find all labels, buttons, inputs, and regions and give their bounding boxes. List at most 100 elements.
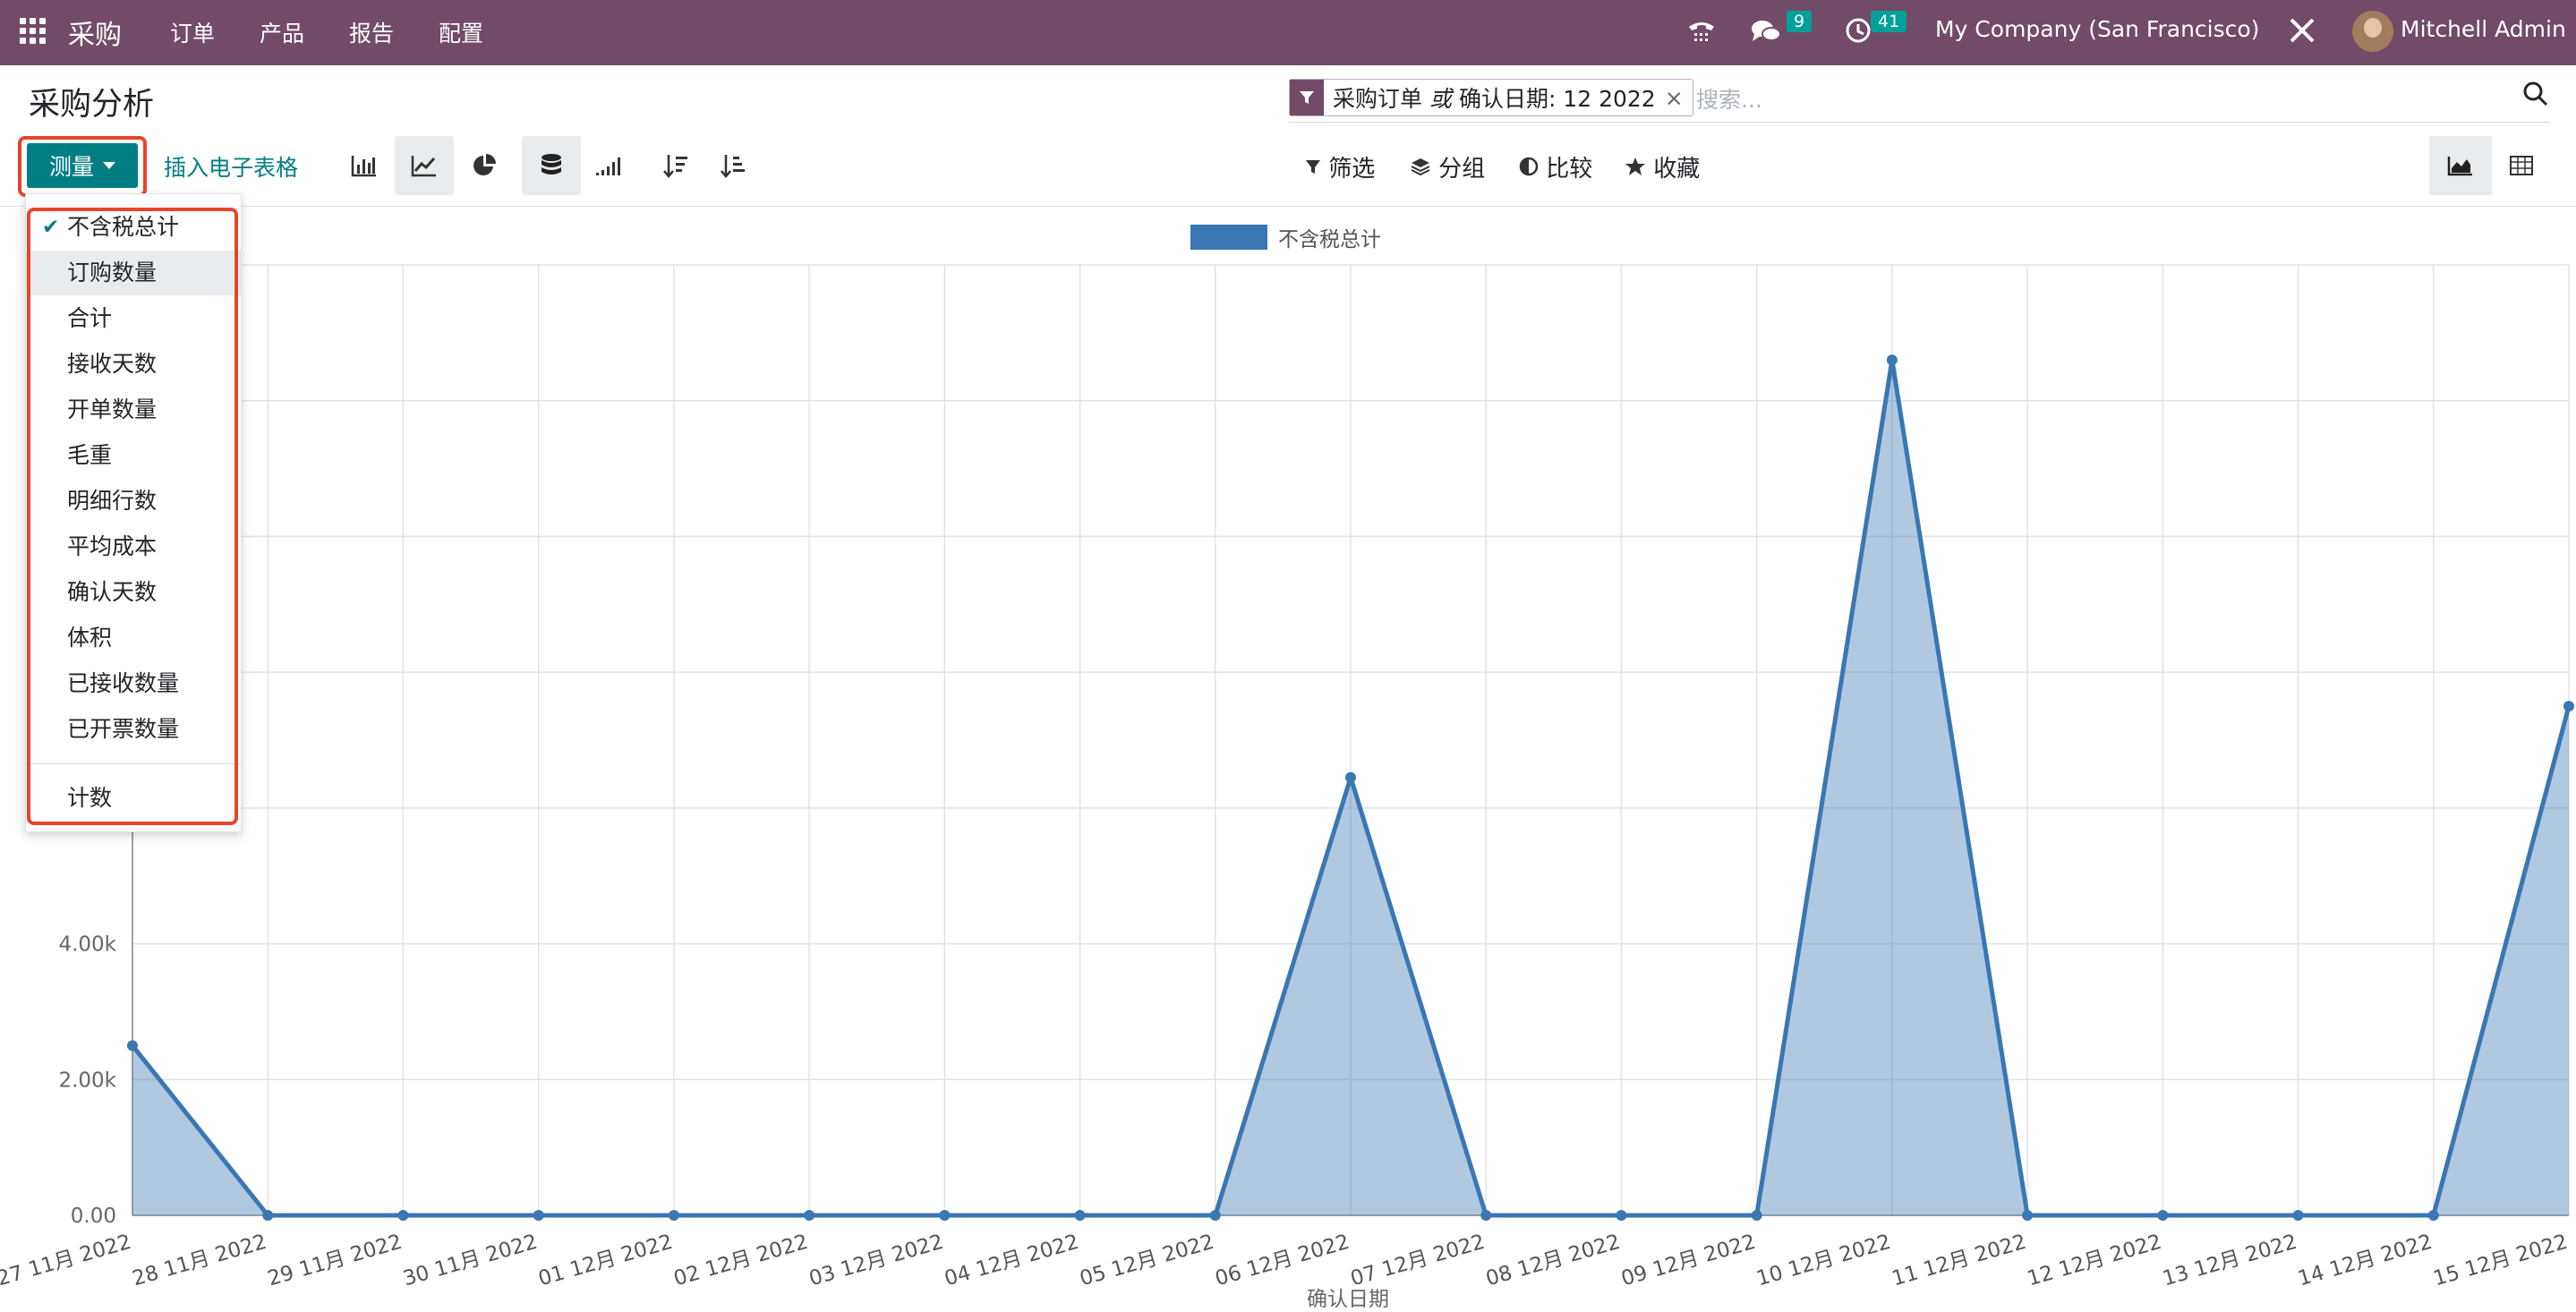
filters-button[interactable]: 筛选	[1305, 150, 1375, 183]
data-point	[262, 1210, 274, 1221]
menu-products[interactable]: 产品	[260, 16, 304, 48]
filters-label: 筛选	[1328, 156, 1376, 183]
search-bar: 采购订单 或 确认日期: 12 2022 × 搜索...	[1289, 77, 2549, 123]
legend-swatch	[1190, 225, 1267, 250]
data-point	[1345, 771, 1356, 783]
user-menu[interactable]: Mitchell Admin	[2401, 16, 2566, 42]
database-stack-icon	[542, 154, 561, 175]
x-tick-label: 27 11月 2022	[0, 1231, 134, 1291]
data-point	[2292, 1210, 2304, 1221]
facet-value-1: 采购订单	[1333, 86, 1423, 112]
activities-clock-icon[interactable]	[1844, 16, 1872, 45]
chart-legend[interactable]: 不含税总计	[1190, 222, 1381, 252]
y-tick-label: 4.00k	[58, 933, 116, 957]
data-point	[2563, 701, 2574, 712]
messages-icon[interactable]	[1750, 16, 1782, 47]
sort-asc-icon	[721, 155, 745, 178]
x-tick-label: 05 12月 2022	[1078, 1231, 1217, 1291]
x-axis-title: 确认日期	[1307, 1288, 1389, 1311]
data-point	[127, 1040, 138, 1052]
legend-label: 不含税总计	[1278, 228, 1381, 251]
x-tick-label: 02 12月 2022	[671, 1231, 811, 1291]
data-point	[668, 1210, 679, 1221]
groupby-label: 分组	[1438, 156, 1486, 183]
x-tick-label: 01 12月 2022	[536, 1231, 676, 1291]
phone-icon[interactable]	[1686, 16, 1717, 47]
measure-list-highlight	[27, 208, 238, 825]
y-tick-label: 0.00	[71, 1205, 116, 1228]
menu-config[interactable]: 配置	[439, 16, 483, 48]
x-tick-label: 10 12月 2022	[1754, 1231, 1894, 1291]
data-point	[1751, 1210, 1762, 1221]
sort-descending-button[interactable]	[646, 136, 705, 195]
data-point	[1886, 354, 1898, 366]
signal-bars-icon	[596, 158, 620, 175]
data-point	[1616, 1210, 1627, 1221]
data-point	[1074, 1210, 1086, 1221]
sort-ascending-button[interactable]	[704, 136, 763, 195]
x-tick-label: 30 11月 2022	[400, 1231, 540, 1291]
data-point	[2022, 1210, 2034, 1221]
search-icon[interactable]	[2522, 81, 2549, 107]
sort-desc-icon	[663, 155, 687, 178]
activities-badge: 41	[1871, 11, 1907, 32]
y-tick-label: 2.00k	[58, 1069, 116, 1092]
pivot-view-button[interactable]	[2490, 136, 2553, 195]
compare-label: 比较	[1546, 156, 1593, 183]
insert-spreadsheet-link[interactable]: 插入电子表格	[164, 150, 298, 183]
groupby-button[interactable]: 分组	[1410, 150, 1485, 183]
measure-button-highlight	[18, 136, 147, 197]
x-tick-label: 09 12月 2022	[1618, 1231, 1758, 1291]
facet-or: 或	[1429, 86, 1452, 112]
app-name[interactable]: 采购	[68, 13, 122, 52]
favorites-label: 收藏	[1653, 156, 1701, 183]
apps-menu-icon[interactable]	[20, 18, 47, 45]
top-navbar: 采购 订单 产品 报告 配置 9 41 My Company (San Fran…	[0, 0, 2576, 65]
series-area	[132, 360, 2569, 1215]
pie-chart-button[interactable]	[455, 136, 514, 195]
x-tick-label: 04 12月 2022	[942, 1231, 1081, 1291]
menu-reports[interactable]: 报告	[349, 16, 394, 48]
facet-value-2: 确认日期: 12 2022	[1458, 86, 1656, 112]
data-point	[804, 1210, 815, 1221]
data-point	[397, 1210, 409, 1221]
data-point	[2427, 1210, 2439, 1221]
bar-chart-icon	[351, 156, 376, 177]
x-tick-label: 28 11月 2022	[130, 1231, 269, 1291]
line-chart-button[interactable]	[395, 136, 454, 195]
data-point	[533, 1210, 544, 1221]
x-tick-label: 12 12月 2022	[2025, 1231, 2164, 1291]
x-tick-label: 11 12月 2022	[1889, 1231, 2029, 1291]
series-line	[131, 357, 2572, 1218]
x-tick-label: 15 12月 2022	[2431, 1231, 2571, 1291]
area-chart-icon	[2447, 157, 2472, 176]
facet-remove-icon[interactable]: ×	[1665, 85, 1693, 111]
stacked-button[interactable]	[522, 136, 581, 195]
x-tick-label: 13 12月 2022	[2160, 1231, 2299, 1291]
search-input[interactable]: 搜索...	[1696, 82, 1762, 115]
star-icon	[1625, 158, 1645, 175]
menu-orders[interactable]: 订单	[170, 16, 215, 48]
data-point	[1209, 1210, 1221, 1221]
favorites-button[interactable]: 收藏	[1625, 150, 1700, 183]
data-point	[1480, 1210, 1492, 1221]
cumulative-button[interactable]	[578, 136, 637, 195]
pie-chart-icon	[473, 154, 496, 175]
filter-funnel-icon	[1290, 80, 1324, 115]
avatar[interactable]	[2352, 11, 2393, 52]
adjust-icon	[1519, 157, 1539, 176]
company-switcher[interactable]: My Company (San Francisco)	[1935, 16, 2259, 42]
data-point	[2157, 1210, 2169, 1221]
bar-chart-button[interactable]	[335, 136, 394, 195]
compare-button[interactable]: 比较	[1519, 150, 1592, 183]
toolbar-divider	[0, 206, 2576, 207]
graph-view-button[interactable]	[2429, 136, 2492, 195]
debug-tools-icon[interactable]	[2286, 14, 2318, 47]
x-tick-label: 29 11月 2022	[265, 1231, 405, 1291]
x-tick-label: 03 12月 2022	[806, 1231, 946, 1291]
table-icon	[2510, 156, 2533, 175]
search-facet[interactable]: 采购订单 或 确认日期: 12 2022 ×	[1289, 79, 1693, 116]
messages-badge: 9	[1787, 11, 1813, 32]
line-chart-icon	[411, 156, 436, 177]
page-title: 采购分析	[29, 87, 155, 123]
